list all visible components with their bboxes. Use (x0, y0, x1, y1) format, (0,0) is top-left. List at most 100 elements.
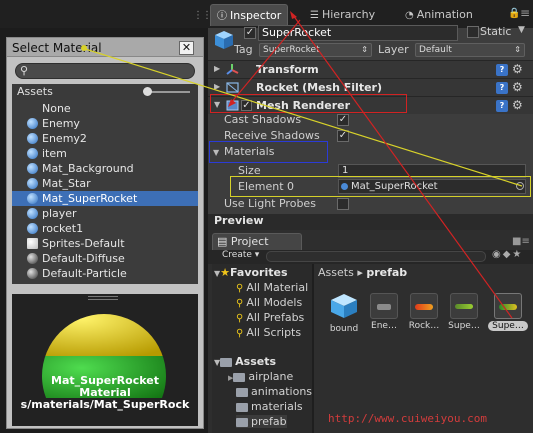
clock-icon: ◔ (405, 10, 414, 21)
panel-menu-icon[interactable]: ≡ (520, 6, 530, 20)
gear-icon[interactable]: ⚙ (512, 98, 523, 112)
search-icon: ⚲ (20, 64, 29, 77)
material-list-item-label: Mat_SuperRocket (42, 192, 138, 205)
material-list-item[interactable]: rocket1 (12, 221, 198, 236)
prefab-thumbnail (494, 293, 522, 319)
material-list-item[interactable]: Default-Diffuse (12, 251, 198, 266)
search-icon: ⚲ (236, 283, 244, 294)
filter-icons[interactable]: ◉◆★ (492, 249, 523, 260)
prefab-thumbnail (450, 293, 478, 319)
favorite-item[interactable]: ⚲ All Scripts (236, 326, 301, 339)
prefab-thumbnail (370, 293, 398, 319)
annotation-box-materials (209, 141, 328, 163)
material-list-item-label: item (42, 147, 67, 160)
favorite-item[interactable]: ⚲ All Models (236, 296, 302, 309)
static-dropdown-icon[interactable]: ▼ (518, 25, 525, 35)
component-transform[interactable]: ▶ Transform ? ⚙ (208, 60, 533, 78)
info-icon: ⓘ (217, 11, 227, 22)
material-list-item-label: Mat_Background (42, 162, 134, 175)
material-ball-icon (27, 148, 38, 159)
project-search-input[interactable] (266, 251, 486, 262)
use-light-probes-checkbox[interactable] (337, 198, 349, 210)
create-button[interactable]: Create ▾ (222, 250, 259, 260)
folder-icon: ▤ (217, 235, 228, 248)
cast-shadows-checkbox[interactable]: ✓ (337, 114, 349, 126)
preview-label: Preview (214, 214, 264, 227)
slider-knob[interactable] (143, 87, 152, 96)
tab-hierarchy[interactable]: ☰ Hierarchy (304, 4, 381, 26)
help-book-icon[interactable]: ? (496, 100, 508, 112)
mesh-filter-icon (226, 82, 239, 93)
breadcrumb-separator: ▸ (357, 266, 363, 279)
breadcrumb-root[interactable]: Assets (318, 266, 354, 279)
static-checkbox[interactable] (467, 26, 479, 38)
breadcrumb: Assets ▸ prefab (318, 266, 407, 279)
material-list-item[interactable]: Default-Particle (12, 266, 198, 281)
expand-arrow-icon[interactable]: ▶ (214, 82, 220, 91)
material-list-item[interactable]: item (12, 146, 198, 161)
material-list-item[interactable]: player (12, 206, 198, 221)
gameobject-name-field[interactable]: SuperRocket (258, 25, 458, 41)
assets-header[interactable]: ▼ Assets (214, 355, 276, 368)
tab-project[interactable]: ▤ Project (212, 233, 302, 250)
material-list-item[interactable]: Enemy2 (12, 131, 198, 146)
favorite-item[interactable]: ⚲ All Material (236, 281, 308, 294)
material-list-item[interactable]: None (12, 101, 198, 116)
material-list-item[interactable]: Enemy (12, 116, 198, 131)
thumbnail-size-slider[interactable] (148, 91, 190, 93)
dropdown-arrow-icon: ⇕ (514, 45, 521, 54)
search-icon: ⚲ (236, 328, 244, 339)
expand-arrow-icon[interactable]: ▶ (214, 64, 220, 73)
component-title: Rocket (Mesh Filter) (256, 81, 382, 94)
material-list-item-label: Default-Particle (42, 267, 127, 280)
folder-item[interactable]: animations (236, 385, 312, 398)
drag-handle-icon[interactable]: ⋮⋮ (193, 10, 212, 21)
tag-label: Tag (234, 43, 253, 56)
receive-shadows-checkbox[interactable]: ✓ (337, 130, 349, 142)
folder-item[interactable]: ▶ airplane (228, 370, 293, 383)
breadcrumb-current[interactable]: prefab (366, 266, 407, 279)
tag-dropdown[interactable]: SuperRocket ⇕ (259, 43, 372, 57)
panel-splitter[interactable] (312, 264, 314, 433)
asset-item[interactable]: Rock… (404, 293, 444, 331)
transform-icon (226, 64, 239, 75)
assets-tab[interactable]: Assets (17, 85, 53, 98)
material-list-item[interactable]: Sprites-Default (12, 236, 198, 251)
material-list-item-label: Enemy2 (42, 132, 87, 145)
gear-icon[interactable]: ⚙ (512, 62, 523, 76)
asset-item-selected[interactable]: Supe… (488, 293, 528, 331)
static-label: Static (480, 25, 512, 38)
help-book-icon[interactable]: ? (496, 82, 508, 94)
tab-inspector[interactable]: ⓘ Inspector (210, 4, 289, 26)
material-search-input[interactable] (15, 63, 195, 79)
folder-item[interactable]: materials (236, 400, 303, 413)
material-list-item[interactable]: Mat_SuperRocket (12, 191, 198, 206)
resize-grip-icon[interactable] (88, 296, 118, 300)
panel-menu-icon[interactable]: ■≡ (512, 236, 530, 247)
material-list-item-label: Enemy (42, 117, 80, 130)
tab-animation[interactable]: ◔ Animation (399, 4, 479, 26)
close-button[interactable]: ✕ (179, 41, 194, 55)
asset-item[interactable]: Supe… (444, 293, 484, 331)
asset-item[interactable]: Ene… (364, 293, 404, 331)
component-title: Transform (256, 63, 319, 76)
folder-icon (236, 387, 248, 397)
lock-icon[interactable]: 🔒 (508, 8, 520, 19)
gameobject-active-checkbox[interactable]: ✓ (244, 27, 256, 39)
folder-item-selected[interactable]: prefab (236, 415, 287, 428)
help-book-icon[interactable]: ? (496, 64, 508, 76)
watermark-text: http://www.cuiweiyou.com (328, 412, 487, 425)
cast-shadows-label: Cast Shadows (224, 113, 302, 126)
favorites-header[interactable]: ▼★Favorites (214, 266, 288, 279)
dropdown-arrow-icon: ⇕ (361, 45, 368, 54)
prefab-thumbnail (410, 293, 438, 319)
material-list-item-label: player (42, 207, 77, 220)
asset-item[interactable]: bound (324, 293, 364, 334)
gear-icon[interactable]: ⚙ (512, 80, 523, 94)
layer-dropdown[interactable]: Default ⇕ (415, 43, 525, 57)
folder-icon (236, 402, 248, 412)
favorite-item[interactable]: ⚲ All Prefabs (236, 311, 304, 324)
material-list-item[interactable]: Mat_Background (12, 161, 198, 176)
material-list-item[interactable]: Mat_Star (12, 176, 198, 191)
gameobject-cube-icon (215, 31, 233, 49)
